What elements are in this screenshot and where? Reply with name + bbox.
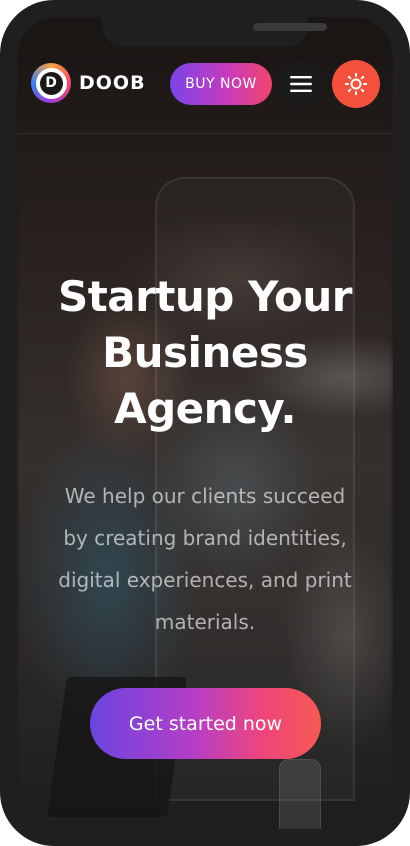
brand-logo[interactable]: D DOOB: [31, 63, 146, 103]
hamburger-menu-icon: [290, 76, 312, 92]
logo-letter: D: [39, 71, 63, 95]
speaker-grille: [253, 23, 327, 31]
menu-button[interactable]: [278, 61, 324, 107]
logo-mark-icon: D: [31, 63, 71, 103]
get-started-button[interactable]: Get started now: [90, 688, 321, 759]
hero-description-line: We help our clients succeed: [64, 484, 346, 508]
buy-now-button[interactable]: BUY NOW: [170, 63, 272, 105]
site-header: D DOOB BUY NOW: [17, 47, 393, 134]
hero-description-line: by creating brand identities,: [63, 526, 347, 550]
hero-title-line: Startup Your: [57, 272, 353, 321]
hero-title: Startup Your Business Agency.: [17, 269, 393, 437]
phone-notch: [102, 17, 327, 47]
hero-title-line: Agency.: [114, 384, 296, 433]
hero-description-line: materials.: [154, 610, 256, 634]
hero-title-line: Business: [102, 328, 308, 377]
hero-description: We help our clients succeed by creating …: [35, 475, 375, 643]
theme-toggle-button[interactable]: [332, 60, 380, 108]
phone-frame: D DOOB BUY NOW Startup Your Business Age…: [0, 0, 410, 846]
brand-name: DOOB: [79, 72, 146, 94]
screen: D DOOB BUY NOW Startup Your Business Age…: [17, 17, 393, 829]
sun-icon: [345, 73, 367, 95]
hero-description-line: digital experiences, and print: [58, 568, 352, 592]
